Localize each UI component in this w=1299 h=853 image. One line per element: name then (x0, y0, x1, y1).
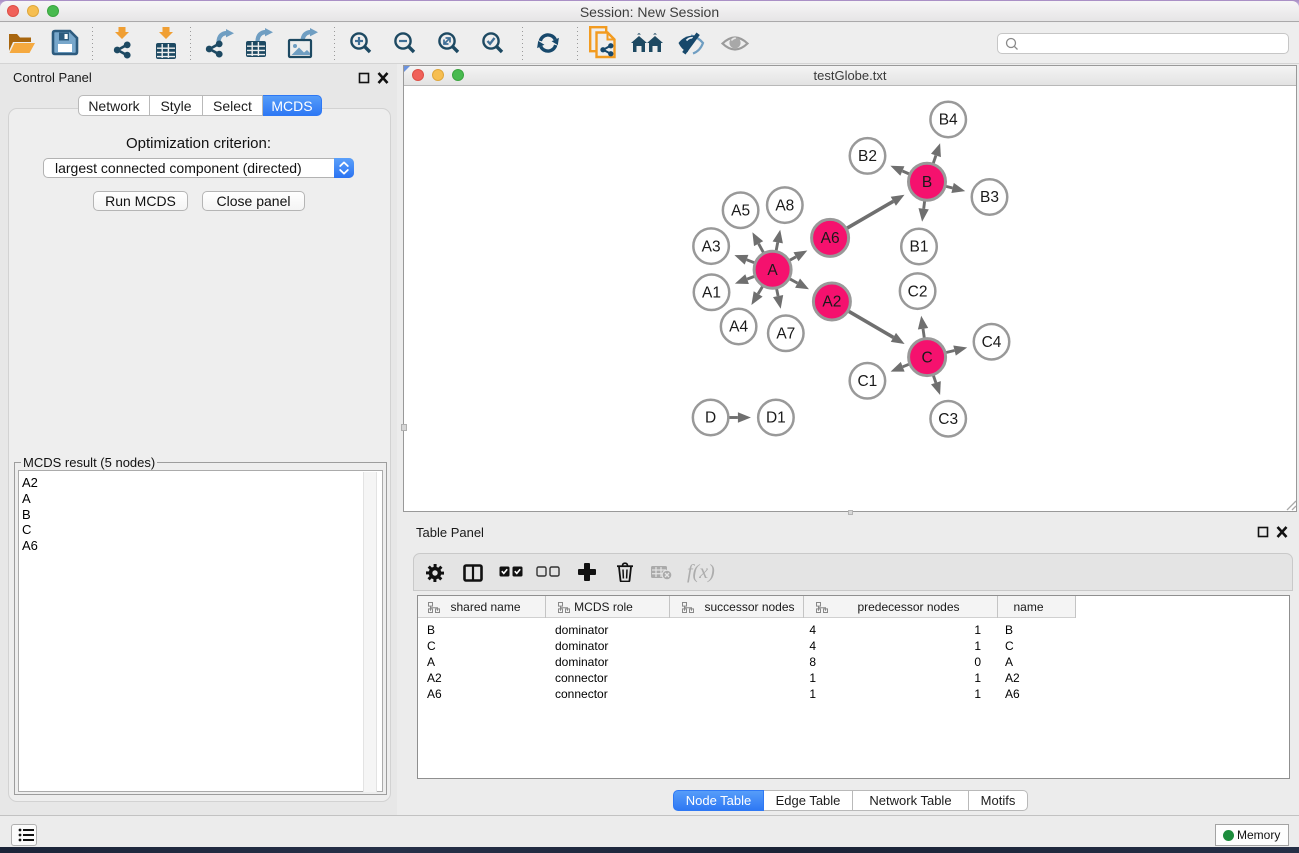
svg-text:A4: A4 (729, 319, 748, 336)
svg-text:B: B (922, 174, 932, 191)
svg-text:D: D (705, 410, 716, 427)
svg-text:C2: C2 (908, 283, 928, 300)
svg-text:B2: B2 (858, 148, 877, 165)
svg-text:A7: A7 (776, 326, 795, 343)
svg-text:C: C (921, 349, 932, 366)
svg-text:D1: D1 (766, 410, 786, 427)
svg-text:C1: C1 (857, 373, 877, 390)
svg-text:A3: A3 (702, 238, 721, 255)
svg-text:A2: A2 (822, 294, 841, 311)
svg-text:B3: B3 (980, 189, 999, 206)
svg-text:A: A (767, 262, 778, 279)
svg-text:C3: C3 (938, 411, 958, 428)
svg-text:A5: A5 (731, 202, 750, 219)
svg-text:A8: A8 (775, 197, 794, 214)
svg-text:B4: B4 (939, 112, 958, 129)
svg-text:C4: C4 (982, 334, 1002, 351)
svg-text:A1: A1 (702, 285, 721, 302)
svg-text:A6: A6 (821, 230, 840, 247)
svg-text:B1: B1 (910, 239, 929, 256)
